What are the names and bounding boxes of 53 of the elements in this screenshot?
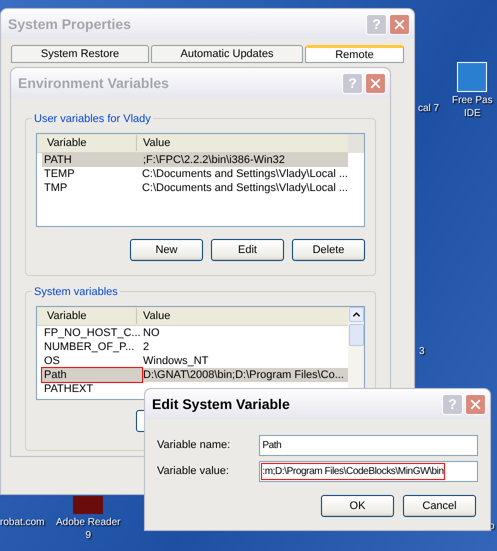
desktop-icon-label[interactable]: cal 7 <box>418 102 440 115</box>
scroll-thumb[interactable] <box>348 324 364 346</box>
value-cell: D:\GNAT\2008\bin;D:\Program Files\Co... <box>142 368 344 382</box>
column-header[interactable]: Variable <box>37 308 137 324</box>
value-cell: ;F:\FPC\2.2.2\bin\i386-Win32 <box>142 153 285 167</box>
desktop-icon-label[interactable]: Adobe Reader 9 <box>56 516 120 542</box>
text-field[interactable]: :m;D:\Program Files\CodeBlocks\MinGW\bin <box>259 460 478 482</box>
dialog-button[interactable]: Cancel <box>403 495 476 517</box>
close-button[interactable] <box>365 72 386 94</box>
value-cell: 2 <box>142 340 150 354</box>
variable-cell-text: PATHEXT <box>43 382 94 396</box>
desktop-icon-label[interactable]: Free Pas IDE <box>452 94 493 120</box>
dialog-button[interactable]: Edit <box>211 239 284 261</box>
desktop-icon-label[interactable]: 3 <box>419 345 425 358</box>
desktop-icon-label[interactable]: robat.com <box>0 516 44 529</box>
field-label: Variable value: <box>157 464 230 479</box>
text-field[interactable]: Path <box>259 434 478 456</box>
variable-row[interactable]: NUMBER_OF_P... 2 <box>42 340 348 354</box>
variable-cell-text: NUMBER_OF_P... <box>43 340 136 354</box>
variable-row[interactable]: OS Windows_NT <box>42 354 348 368</box>
variable-cell-text: OS <box>43 354 61 368</box>
close-button[interactable] <box>465 394 486 414</box>
close-button[interactable] <box>389 14 410 34</box>
variable-cell-text: TEMP <box>43 167 76 181</box>
variable-row[interactable]: FP_NO_HOST_C... NO <box>42 326 348 340</box>
variable-cell: Path <box>42 368 142 382</box>
value-cell: Windows_NT <box>142 354 208 368</box>
field-value: Path <box>262 438 282 452</box>
field-value: :m;D:\Program Files\CodeBlocks\MinGW\bin <box>262 464 444 478</box>
window-title: Environment Variables <box>18 74 169 92</box>
window-title: Edit System Variable <box>152 394 290 414</box>
tab[interactable]: System Restore <box>11 45 149 63</box>
variable-cell-text: FP_NO_HOST_C... <box>43 326 142 340</box>
dialog-button[interactable]: Delete <box>292 239 365 261</box>
variable-row[interactable]: Path D:\GNAT\2008\bin;D:\Program Files\Co... <box>42 368 348 382</box>
variable-row[interactable]: TEMP C:\Documents and Settings\Vlady\Local ... <box>42 167 348 181</box>
variable-row[interactable]: PATH ;F:\FPC\2.2.2\bin\i386-Win32 <box>42 153 348 167</box>
app-icon[interactable] <box>457 62 488 92</box>
tab[interactable]: Remote <box>305 45 404 63</box>
dialog-button[interactable]: New <box>130 239 203 261</box>
variable-row[interactable]: TMP C:\Documents and Settings\Vlady\Local ... <box>42 181 348 195</box>
group-title: User variables for Vlady <box>32 111 153 128</box>
variable-cell-text: TMP <box>43 181 68 195</box>
tab[interactable]: Automatic Updates <box>151 45 303 63</box>
value-cell: NO <box>142 326 160 340</box>
value-cell: C:\Documents and Settings\Vlady\Local ... <box>140 167 348 181</box>
value-cell: C:\Documents and Settings\Vlady\Local ... <box>140 181 348 195</box>
dialog-button[interactable]: OK <box>321 495 394 517</box>
field-label: Variable name: <box>157 438 232 453</box>
variable-cell-text: PATH <box>43 153 73 167</box>
window-title: System Properties <box>8 14 131 34</box>
column-header[interactable]: Variable <box>37 134 137 152</box>
group-title: System variables <box>32 284 120 300</box>
